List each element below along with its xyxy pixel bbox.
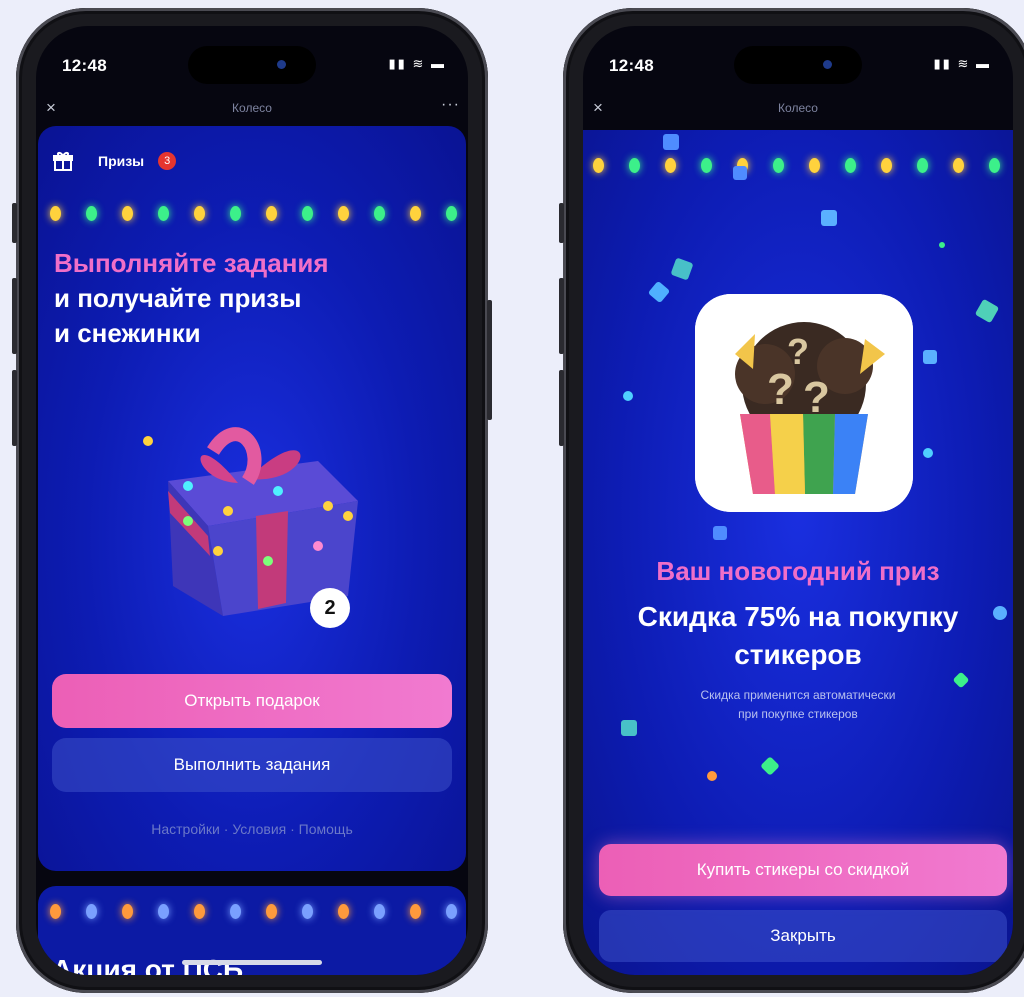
home-indicator[interactable] <box>182 960 322 965</box>
gift-count-badge: 2 <box>310 588 350 628</box>
phone-mute-switch <box>559 203 564 243</box>
confetti <box>993 606 1007 620</box>
screen-left: 12:48 ▮▮ ≋ ▬ × Колесо ··· Призы 3 Выполн… <box>36 26 468 975</box>
status-time: 12:48 <box>62 56 107 75</box>
more-icon[interactable]: ··· <box>441 96 460 114</box>
garland-lights <box>38 200 466 222</box>
headline-line2: и получайте призы <box>54 283 302 313</box>
battery-icon: ▬ <box>431 56 446 71</box>
prizes-label: Призы <box>98 153 145 169</box>
nav-title: Колесо <box>778 101 818 115</box>
dynamic-island <box>734 46 862 84</box>
signal-icon: ▮▮ <box>388 56 407 71</box>
webview-navbar: × Колесо ··· <box>36 92 468 126</box>
confetti <box>713 526 727 540</box>
signal-icon: ▮▮ <box>933 56 952 71</box>
phone-volume-up <box>559 278 564 354</box>
status-bar: 12:48 ▮▮ ≋ ▬ <box>36 26 468 88</box>
confetti <box>923 350 937 364</box>
prize-description: Скидка 75% на покупку стикеров <box>613 598 983 674</box>
confetti <box>821 210 837 226</box>
status-time: 12:48 <box>609 56 654 75</box>
phone-volume-down <box>12 370 17 446</box>
prize-note: Скидка применится автоматически при поку… <box>623 686 973 724</box>
confetti <box>707 771 717 781</box>
svg-text:?: ? <box>767 365 794 414</box>
nav-title: Колесо <box>232 101 272 115</box>
webview-navbar: × Колесо <box>583 92 1013 126</box>
confetti <box>923 448 933 458</box>
headline-pink: Выполняйте задания <box>54 248 329 278</box>
wifi-icon: ≋ <box>412 56 426 71</box>
headline-line3: и снежинки <box>54 318 201 348</box>
tasks-card: Призы 3 Выполняйте задания и получайте п… <box>38 126 466 871</box>
note-line1: Скидка применится автоматически <box>700 688 896 702</box>
status-bar: 12:48 ▮▮ ≋ ▬ <box>583 26 1013 88</box>
screen-right: 12:48 ▮▮ ≋ ▬ × Колесо ? ? ? Ваш новогодн… <box>583 26 1013 975</box>
prize-line2: стикеров <box>734 639 862 670</box>
phone-frame-right: 12:48 ▮▮ ≋ ▬ × Колесо ? ? ? Ваш новогодн… <box>559 8 1024 993</box>
confetti <box>733 166 747 180</box>
phone-volume-down <box>559 370 564 446</box>
close-button[interactable]: Закрыть <box>599 910 1007 962</box>
open-gift-button[interactable]: Открыть подарок <box>52 674 452 728</box>
prize-line1: Скидка 75% на покупку <box>637 601 959 632</box>
confetti <box>623 391 633 401</box>
tasks-headline: Выполняйте задания и получайте призы и с… <box>54 246 329 351</box>
phone-volume-up <box>12 278 17 354</box>
buy-stickers-button[interactable]: Купить стикеры со скидкой <box>599 844 1007 896</box>
confetti <box>663 134 679 150</box>
prize-title: Ваш новогодний приз <box>656 556 940 586</box>
dynamic-island <box>188 46 316 84</box>
confetti <box>939 242 945 248</box>
phone-power-button <box>487 300 492 420</box>
promo-garland <box>38 898 466 920</box>
phone-frame-left: 12:48 ▮▮ ≋ ▬ × Колесо ··· Призы 3 Выполн… <box>12 8 492 993</box>
prize-mystery-box-image: ? ? ? <box>695 294 913 512</box>
garland-lights <box>583 152 1013 174</box>
svg-text:?: ? <box>787 331 809 372</box>
note-line2: при покупке стикеров <box>738 707 858 721</box>
phone-mute-switch <box>12 203 17 243</box>
gift-icon <box>52 150 74 172</box>
prizes-badge: 3 <box>158 152 177 170</box>
do-tasks-button[interactable]: Выполнить задания <box>52 738 452 792</box>
wifi-icon: ≋ <box>957 56 971 71</box>
footer-links[interactable]: Настройки · Условия · Помощь <box>38 821 466 837</box>
prizes-link[interactable]: Призы 3 <box>52 150 177 172</box>
battery-icon: ▬ <box>976 56 991 71</box>
